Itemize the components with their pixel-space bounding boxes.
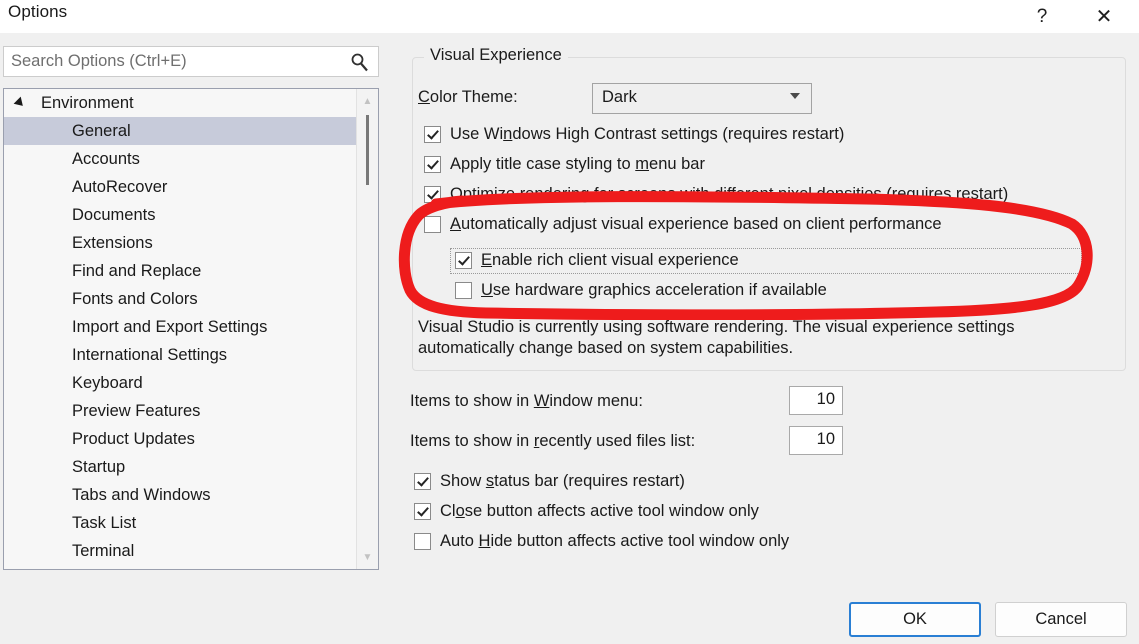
tree-item-label: Import and Export Settings <box>72 318 268 336</box>
tree-item-label: Extensions <box>72 234 153 252</box>
group-title: Visual Experience <box>424 46 568 65</box>
color-theme-select[interactable]: Dark <box>592 83 812 114</box>
tree-item-label: International Settings <box>72 346 228 364</box>
rendering-description: Visual Studio is currently using softwar… <box>418 318 1015 357</box>
sidebar-item-fonts-and-colors[interactable]: Fonts and Colors <box>4 285 358 313</box>
checkbox-label: Use hardware graphics acceleration if av… <box>481 280 827 299</box>
checkbox-box[interactable] <box>424 125 441 143</box>
sidebar-item-find-and-replace[interactable]: Find and Replace <box>4 257 358 285</box>
scroll-down-arrow-icon[interactable]: ▼ <box>357 547 378 567</box>
checkbox-box[interactable] <box>414 532 431 550</box>
color-theme-label: Color Theme: <box>418 88 518 106</box>
sidebar-item-preview-features[interactable]: Preview Features <box>4 397 358 425</box>
sidebar-item-keyboard[interactable]: Keyboard <box>4 369 358 397</box>
checkbox-hardware-acceleration[interactable]: Use hardware graphics acceleration if av… <box>455 278 827 302</box>
options-dialog: Options ? ✕ Search Options (Ctrl+E) Envi… <box>0 0 1139 644</box>
checkbox-label: Automatically adjust visual experience b… <box>450 214 942 233</box>
checkbox-label: Auto Hide button affects active tool win… <box>440 531 790 550</box>
checkbox-auto-adjust[interactable]: Automatically adjust visual experience b… <box>424 212 942 236</box>
window-menu-items-label: Items to show in Window menu: <box>410 392 643 410</box>
checkbox-label: Optimize rendering for screens with diff… <box>450 184 1009 203</box>
recent-files-items-input[interactable]: 10 <box>789 426 843 455</box>
tree-node-environment[interactable]: Environment <box>4 89 358 117</box>
checkbox-show-status-bar[interactable]: Show status bar (requires restart) <box>414 469 685 493</box>
ok-button[interactable]: OK <box>849 602 981 637</box>
checkbox-label: Show status bar (requires restart) <box>440 471 685 490</box>
sidebar-item-extensions[interactable]: Extensions <box>4 229 358 257</box>
search-input[interactable]: Search Options (Ctrl+E) <box>3 46 379 77</box>
checkbox-box[interactable] <box>424 185 441 203</box>
tree-item-label: Product Updates <box>72 430 195 448</box>
tree-node-label: Environment <box>41 94 134 112</box>
tree-item-label: Preview Features <box>72 402 201 420</box>
sidebar-item-product-updates[interactable]: Product Updates <box>4 425 358 453</box>
recent-files-items-value: 10 <box>816 430 835 448</box>
checkbox-auto-hide-button[interactable]: Auto Hide button affects active tool win… <box>414 529 789 553</box>
sidebar-item-import-and-export-settings[interactable]: Import and Export Settings <box>4 313 358 341</box>
search-placeholder: Search Options (Ctrl+E) <box>11 52 187 70</box>
cancel-button[interactable]: Cancel <box>995 602 1127 637</box>
color-theme-value: Dark <box>602 88 637 106</box>
sidebar-item-startup[interactable]: Startup <box>4 453 358 481</box>
options-tree[interactable]: Environment General Accounts AutoRecover… <box>3 88 379 570</box>
tree-item-label: Tabs and Windows <box>72 486 211 504</box>
tree-item-label: Task List <box>72 514 137 532</box>
tree-scrollbar[interactable]: ▲ ▼ <box>356 89 378 569</box>
window-menu-items-value: 10 <box>816 390 835 408</box>
window-menu-items-input[interactable]: 10 <box>789 386 843 415</box>
close-icon[interactable]: ✕ <box>1081 0 1127 33</box>
sidebar-item-documents[interactable]: Documents <box>4 201 358 229</box>
tree-item-label: Find and Replace <box>72 262 202 280</box>
checkbox-label: Close button affects active tool window … <box>440 501 759 520</box>
tree-item-label: Accounts <box>72 150 140 168</box>
sidebar-item-tabs-and-windows[interactable]: Tabs and Windows <box>4 481 358 509</box>
checkbox-optimize-rendering[interactable]: Optimize rendering for screens with diff… <box>424 182 1008 206</box>
checkbox-label: Apply title case styling to menu bar <box>450 154 705 173</box>
tree-item-label: AutoRecover <box>72 178 168 196</box>
title-bar: Options ? ✕ <box>0 0 1139 33</box>
checkbox-box[interactable] <box>424 215 441 233</box>
tree-item-label: General <box>72 122 131 140</box>
checkbox-box[interactable] <box>455 251 472 269</box>
tree-item-label: Keyboard <box>72 374 143 392</box>
expander-triangle-icon[interactable] <box>13 96 27 110</box>
checkbox-rich-client[interactable]: Enable rich client visual experience <box>455 248 739 272</box>
sidebar-item-autorecover[interactable]: AutoRecover <box>4 173 358 201</box>
recent-files-items-label: Items to show in recently used files lis… <box>410 432 696 450</box>
sidebar-item-task-list[interactable]: Task List <box>4 509 358 537</box>
tree-items: Environment General Accounts AutoRecover… <box>4 89 358 565</box>
checkbox-label: Enable rich client visual experience <box>481 250 739 269</box>
help-icon[interactable]: ? <box>1019 0 1065 33</box>
sidebar-item-accounts[interactable]: Accounts <box>4 145 358 173</box>
checkbox-box[interactable] <box>424 155 441 173</box>
scrollbar-thumb[interactable] <box>366 115 369 185</box>
sidebar-item-international-settings[interactable]: International Settings <box>4 341 358 369</box>
checkbox-box[interactable] <box>414 472 431 490</box>
checkbox-label: Use Windows High Contrast settings (requ… <box>450 124 845 143</box>
tree-item-label: Terminal <box>72 542 135 560</box>
search-icon <box>351 53 368 72</box>
tree-item-label: Startup <box>72 458 126 476</box>
scroll-up-arrow-icon[interactable]: ▲ <box>357 91 378 111</box>
checkbox-high-contrast[interactable]: Use Windows High Contrast settings (requ… <box>424 122 844 146</box>
checkbox-box[interactable] <box>414 502 431 520</box>
window-title: Options <box>8 2 68 21</box>
sidebar-item-general[interactable]: General <box>4 117 358 145</box>
sidebar-item-terminal[interactable]: Terminal <box>4 537 358 565</box>
chevron-down-icon[interactable] <box>790 93 800 99</box>
tree-item-label: Documents <box>72 206 156 224</box>
checkbox-title-case[interactable]: Apply title case styling to menu bar <box>424 152 705 176</box>
checkbox-close-button[interactable]: Close button affects active tool window … <box>414 499 759 523</box>
tree-item-label: Fonts and Colors <box>72 290 198 308</box>
checkbox-box[interactable] <box>455 281 472 299</box>
